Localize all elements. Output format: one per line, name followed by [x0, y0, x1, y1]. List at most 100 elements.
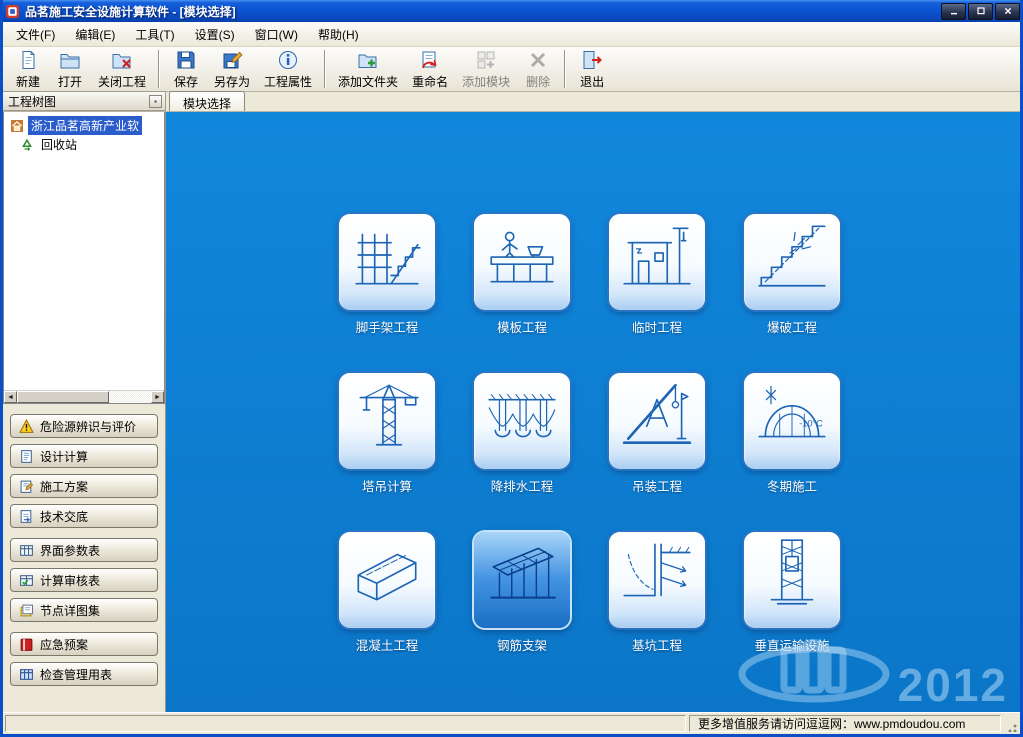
menu-bar: 文件(F)编辑(E)工具(T)设置(S)窗口(W)帮助(H) [3, 22, 1020, 47]
sidebar-button-label: 应急预案 [40, 636, 88, 653]
module-label-tower-crane: 塔吊计算 [339, 476, 435, 495]
module-tile-concrete[interactable] [339, 532, 435, 628]
toolbar-button-open[interactable]: 打开 [49, 49, 91, 90]
sidebar-button-inspection-table[interactable]: 检查管理用表 [10, 662, 158, 686]
toolbar-button-label: 添加模块 [462, 73, 510, 90]
scroll-left-arrow[interactable]: ◄ [4, 391, 17, 403]
toolbar-button-rename[interactable]: 重命名 [405, 49, 455, 90]
tree-panel-title: 工程树图 [8, 93, 56, 110]
module-tile-winter[interactable]: -10°C [744, 373, 840, 469]
sidebar-button-node-detail-atlas[interactable]: 节点详图集 [10, 598, 158, 622]
module-formwork: 模板工程 [474, 207, 570, 336]
scroll-right-arrow[interactable]: ► [151, 391, 164, 403]
app-icon [5, 4, 20, 19]
toolbar-button-exit[interactable]: 退出 [571, 49, 613, 90]
scroll-thumb[interactable] [17, 391, 109, 403]
toolbar-button-save-as[interactable]: 另存为 [207, 49, 257, 90]
module-selection-area: 脚手架工程模板工程临时工程爆破工程塔吊计算降排水工程吊装工程-10°C冬期施工混… [166, 112, 1020, 712]
module-label-winter: 冬期施工 [744, 476, 840, 495]
module-tile-rebar-support[interactable] [474, 532, 570, 628]
module-drainage: 降排水工程 [474, 366, 570, 495]
resize-grip[interactable] [1004, 715, 1018, 732]
tree-item-project-root[interactable]: 浙江品茗高新产业软 [4, 116, 164, 135]
tree-horizontal-scrollbar: ◄ ► [4, 390, 164, 403]
toolbar-button-label: 保存 [174, 73, 198, 90]
toolbar-button-label: 工程属性 [264, 73, 312, 90]
tab-module-select-label: 模块选择 [183, 97, 231, 111]
window-title: 品茗施工安全设施计算软件 - [模块选择] [25, 3, 941, 20]
tree-item-label: 回收站 [38, 135, 80, 154]
sidebar-button-group: 应急预案检查管理用表 [10, 632, 158, 686]
tab-module-select[interactable]: 模块选择 [169, 91, 245, 111]
module-label-vertical-transport: 垂直运输设施 [744, 635, 840, 654]
project-tree: 浙江品茗高新产业软回收站 [4, 112, 164, 390]
toolbar-button-add-folder[interactable]: 添加文件夹 [331, 49, 405, 90]
module-tower-crane: 塔吊计算 [339, 366, 435, 495]
sidebar-button-construction-plan[interactable]: 施工方案 [10, 474, 158, 498]
close-project-icon [111, 49, 133, 71]
sidebar-button-label: 检查管理用表 [40, 666, 112, 683]
maximize-button[interactable] [968, 3, 993, 20]
save-icon [175, 49, 197, 71]
module-tile-blasting[interactable] [744, 214, 840, 310]
add-module-icon [475, 49, 497, 71]
module-label-foundation-pit: 基坑工程 [609, 635, 705, 654]
sidebar-button-label: 危险源辨识与评价 [40, 418, 136, 435]
sidebar-button-ui-param-table[interactable]: 界面参数表 [10, 538, 158, 562]
module-grid: 脚手架工程模板工程临时工程爆破工程塔吊计算降排水工程吊装工程-10°C冬期施工混… [339, 207, 1020, 654]
menu-item-help[interactable]: 帮助(H) [309, 23, 368, 46]
module-tile-hoisting[interactable] [609, 373, 705, 469]
module-tile-formwork[interactable] [474, 214, 570, 310]
minimize-button[interactable] [941, 3, 966, 20]
toolbar-button-properties[interactable]: 工程属性 [257, 49, 319, 90]
module-label-rebar-support: 钢筋支架 [474, 635, 570, 654]
tree-item-recycle-bin[interactable]: 回收站 [4, 135, 164, 154]
toolbar-button-label: 另存为 [214, 73, 250, 90]
warning-icon [19, 419, 34, 434]
scroll-track[interactable] [17, 391, 151, 403]
module-tile-scaffolding[interactable] [339, 214, 435, 310]
menu-item-settings[interactable]: 设置(S) [186, 23, 244, 46]
sidebar-button-calc-audit-table[interactable]: 计算审核表 [10, 568, 158, 592]
module-tile-foundation-pit[interactable] [609, 532, 705, 628]
toolbar-button-save[interactable]: 保存 [165, 49, 207, 90]
module-tile-vertical-transport[interactable] [744, 532, 840, 628]
panel-menu-button[interactable]: ▪ [149, 95, 162, 108]
home-icon [10, 119, 24, 133]
concrete-icon [346, 532, 428, 614]
save-as-icon [221, 49, 243, 71]
design-calc-icon [19, 449, 34, 464]
menu-item-file[interactable]: 文件(F) [7, 23, 64, 46]
sidebar-button-hazard-identify[interactable]: 危险源辨识与评价 [10, 414, 158, 438]
menu-item-window[interactable]: 窗口(W) [246, 23, 307, 46]
detail-atlas-icon [19, 603, 34, 618]
module-tile-temporary[interactable] [609, 214, 705, 310]
toolbar-button-label: 关闭工程 [98, 73, 146, 90]
sidebar: 浙江品茗高新产业软回收站 ◄ ► 危险源辨识与评价设计计算施工方案技术交底界面参… [3, 112, 166, 712]
close-button[interactable] [995, 3, 1020, 20]
toolbar-separator [158, 50, 160, 88]
module-tile-tower-crane[interactable] [339, 373, 435, 469]
toolbar-button-new[interactable]: 新建 [7, 49, 49, 90]
module-tile-drainage[interactable] [474, 373, 570, 469]
module-label-drainage: 降排水工程 [474, 476, 570, 495]
menu-item-tools[interactable]: 工具(T) [126, 23, 183, 46]
svg-text:-10°C: -10°C [799, 418, 823, 428]
sidebar-button-tech-disclosure[interactable]: 技术交底 [10, 504, 158, 528]
window-controls [941, 3, 1020, 20]
sidebar-button-label: 节点详图集 [40, 602, 100, 619]
foundation-pit-icon [616, 532, 698, 614]
toolbar: 新建打开关闭工程保存另存为工程属性添加文件夹重命名添加模块删除退出 [3, 47, 1020, 92]
menu-item-edit[interactable]: 编辑(E) [66, 23, 124, 46]
temporary-icon [616, 214, 698, 296]
winter-icon: -10°C [751, 373, 833, 455]
sidebar-button-group: 界面参数表计算审核表节点详图集 [10, 538, 158, 622]
delete-icon [527, 49, 549, 71]
toolbar-button-label: 新建 [16, 73, 40, 90]
sidebar-button-emergency-plan[interactable]: 应急预案 [10, 632, 158, 656]
module-label-concrete: 混凝土工程 [339, 635, 435, 654]
sidebar-button-label: 施工方案 [40, 478, 88, 495]
toolbar-button-close-project[interactable]: 关闭工程 [91, 49, 153, 90]
toolbar-separator [564, 50, 566, 88]
sidebar-button-design-calc[interactable]: 设计计算 [10, 444, 158, 468]
